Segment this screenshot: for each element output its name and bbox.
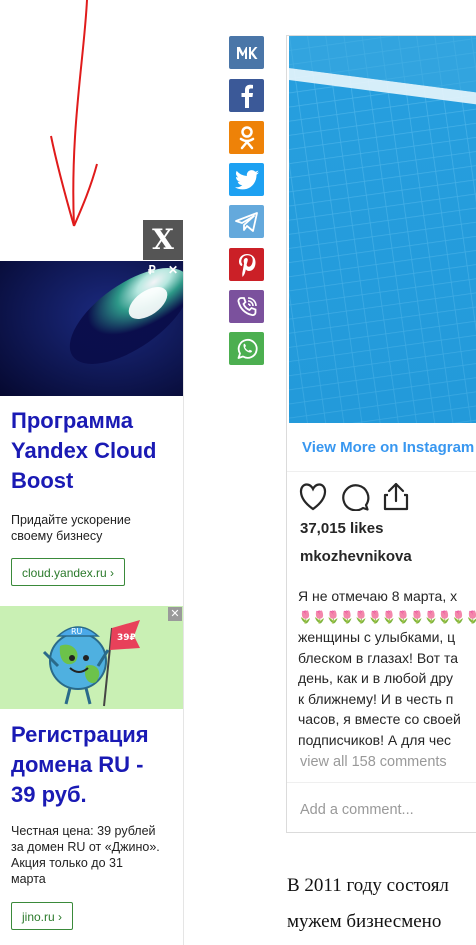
view-more-on-instagram-link[interactable]: View More on Instagram	[302, 439, 474, 456]
ad-link-button[interactable]: cloud.yandex.ru ›	[11, 558, 126, 586]
ad-description: Придайте ускорение своему бизнесу	[11, 513, 131, 543]
share-whatsapp-button[interactable]	[229, 332, 264, 365]
flag-price-label: 39₽	[117, 633, 136, 643]
jino-ad-image[interactable]: RU 39₽ ✕	[0, 606, 183, 709]
ad-title[interactable]: Программа Yandex Cloud Boost	[11, 406, 181, 496]
ad-title[interactable]: Регистрация домена RU - 39 руб.	[11, 720, 181, 810]
share-twitter-button[interactable]	[229, 163, 264, 196]
view-all-comments-link[interactable]: view all 158 comments	[300, 754, 447, 770]
heart-icon[interactable]	[298, 483, 328, 511]
globe-mascot-illustration: RU 39₽	[42, 620, 140, 707]
share-telegram-button[interactable]	[229, 205, 264, 238]
share-facebook-button[interactable]	[229, 79, 264, 112]
share-viber-button[interactable]	[229, 290, 264, 323]
add-comment-input[interactable]: Add a comment...	[300, 802, 414, 818]
telegram-icon	[234, 211, 258, 232]
post-caption: Я не отмечаю 8 марта, х 🌷🌷🌷🌷🌷🌷🌷🌷🌷🌷🌷🌷🌷 же…	[298, 588, 476, 748]
vk-icon	[236, 46, 257, 59]
ad-column: ₽ ✕ Программа Yandex Cloud Boost Придайт…	[0, 261, 184, 945]
article-text-line: В 2011 году состоял	[287, 875, 449, 896]
share-odnoklassniki-button[interactable]	[229, 121, 264, 154]
ad-description: Честная цена: 39 рублей за домен RU от «…	[11, 824, 160, 886]
viber-icon	[237, 296, 257, 316]
yandex-cloud-ad-image[interactable]: ₽ ✕	[0, 261, 183, 396]
ruble-icon: ₽	[148, 263, 156, 277]
instagram-embed: View More on Instagram 37,015 likes mkoz…	[286, 35, 476, 833]
username[interactable]: mkozhevnikova	[300, 548, 412, 565]
divider	[287, 782, 476, 783]
share-vk-button[interactable]	[229, 36, 264, 69]
whatsapp-icon	[237, 338, 258, 359]
article-text-line: мужем бизнесмено	[287, 911, 442, 932]
odnoklassniki-icon	[239, 125, 254, 149]
share-pinterest-button[interactable]	[229, 248, 264, 281]
ad-close-icon[interactable]: ✕	[168, 607, 182, 621]
red-arrow-annotation	[50, 0, 98, 227]
close-ad-button[interactable]: X	[143, 220, 183, 260]
comet-illustration	[0, 261, 183, 396]
ad-link-button[interactable]: jino.ru ›	[11, 902, 74, 930]
pool-tiles-photo	[289, 36, 476, 423]
share-icon[interactable]	[382, 481, 410, 511]
comment-icon[interactable]	[340, 483, 370, 511]
pinterest-icon	[238, 253, 255, 277]
cap-label: RU	[71, 627, 83, 636]
ad-close-icon[interactable]: ✕	[168, 263, 178, 277]
likes-count[interactable]: 37,015 likes	[300, 520, 383, 537]
facebook-icon	[241, 84, 253, 108]
instagram-photo[interactable]	[289, 36, 476, 423]
divider	[287, 471, 476, 472]
twitter-icon	[234, 169, 259, 189]
